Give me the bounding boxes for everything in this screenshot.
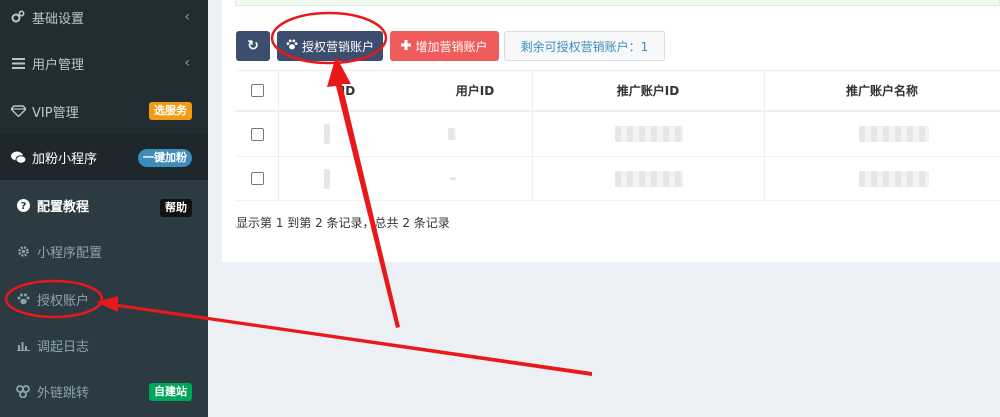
sidebar-item-user-management[interactable]: 用户管理 ‹ — [0, 40, 208, 86]
authorize-button-label: 授权营销账户 — [301, 39, 374, 54]
sidebar-item-label: 外链跳转 — [37, 385, 90, 401]
refresh-icon: ↻ — [247, 38, 259, 54]
add-button-label: 增加营销账户 — [415, 39, 488, 54]
cell-account-name-redacted — [858, 112, 930, 156]
self-site-badge: 自建站 — [149, 383, 192, 401]
sidebar-item-label: 用户管理 — [32, 57, 85, 73]
list-icon — [9, 57, 27, 69]
wechat-icon — [9, 151, 27, 164]
sidebar-item-invoke-log[interactable]: 调起日志 — [0, 322, 208, 368]
cell-account-id-redacted — [614, 112, 684, 156]
sidebar-item-external-link[interactable]: 外链跳转 自建站 — [0, 368, 208, 414]
gears-icon — [9, 10, 27, 24]
column-header-id[interactable]: ID — [278, 71, 418, 110]
column-header-account-id[interactable]: 推广账户ID — [532, 71, 764, 110]
sidebar-item-basic-settings[interactable]: 基础设置 ‹ — [0, 0, 208, 40]
cell-account-name-redacted — [858, 157, 930, 200]
sidebar-item-label: 小程序配置 — [37, 245, 103, 261]
sidebar-item-label: 授权账户 — [37, 293, 90, 309]
gear-icon — [14, 245, 32, 258]
success-alert — [235, 0, 1000, 6]
remaining-label: 剩余可授权营销账户：1 — [520, 39, 649, 54]
sidebar-item-label: VIP管理 — [32, 105, 79, 121]
remaining-accounts-indicator: 剩余可授权营销账户：1 — [504, 31, 665, 61]
sidebar: 基础设置 ‹ 用户管理 ‹ VIP管理 选服务 加粉小程序 一键加粉 ? 配置教… — [0, 0, 208, 417]
one-click-badge: 一键加粉 — [138, 149, 192, 167]
sidebar-item-authorized-accounts[interactable]: 授权账户 — [0, 276, 208, 322]
help-badge: 帮助 — [160, 199, 192, 217]
select-all-checkbox[interactable] — [236, 71, 278, 110]
accounts-table: ID 用户ID 推广账户ID 推广账户名称 — [236, 70, 1000, 201]
sidebar-item-tutorial[interactable]: ? 配置教程 帮助 — [0, 182, 208, 228]
cell-id-redacted — [322, 112, 332, 156]
chevron-left-icon: ‹ — [184, 9, 190, 25]
chevron-left-icon: ‹ — [184, 55, 190, 71]
diamond-icon — [9, 105, 27, 117]
paw-icon — [286, 39, 298, 53]
sidebar-item-miniprogram[interactable]: 加粉小程序 一键加粉 — [0, 134, 208, 180]
bar-chart-icon — [14, 340, 32, 351]
sidebar-item-vip-management[interactable]: VIP管理 选服务 — [0, 88, 208, 134]
row-checkbox[interactable] — [236, 157, 278, 200]
sidebar-submenu: ? 配置教程 帮助 小程序配置 授权账户 调起日志 外链跳转 自建站 — [0, 180, 208, 417]
add-account-button[interactable]: 增加营销账户 — [390, 31, 499, 61]
sidebar-item-label: 配置教程 — [37, 199, 90, 215]
svg-text:?: ? — [20, 201, 26, 212]
column-header-user-id[interactable]: 用户ID — [418, 71, 532, 110]
cell-account-id-redacted — [614, 157, 684, 200]
column-header-account-name[interactable]: 推广账户名称 — [764, 71, 1000, 110]
link-icon — [14, 384, 32, 398]
paw-icon — [14, 293, 32, 305]
service-badge: 选服务 — [149, 102, 192, 120]
cell-user-id-redacted — [446, 112, 458, 156]
cell-user-id-redacted — [448, 157, 458, 200]
refresh-button[interactable]: ↻ — [236, 31, 270, 61]
plus-icon — [401, 39, 412, 53]
sidebar-item-label: 加粉小程序 — [32, 151, 98, 167]
table-row[interactable] — [236, 112, 1000, 157]
question-icon: ? — [14, 198, 32, 212]
sidebar-item-label: 基础设置 — [32, 11, 85, 27]
cell-id-redacted — [322, 157, 332, 200]
sidebar-item-miniprogram-config[interactable]: 小程序配置 — [0, 228, 208, 274]
pagination-summary: 显示第 1 到第 2 条记录，总共 2 条记录 — [236, 216, 450, 230]
authorize-account-button[interactable]: 授权营销账户 — [277, 31, 383, 61]
table-row[interactable] — [236, 157, 1000, 201]
table-header-row: ID 用户ID 推广账户ID 推广账户名称 — [236, 70, 1000, 112]
row-checkbox[interactable] — [236, 112, 278, 156]
sidebar-item-label: 调起日志 — [37, 339, 90, 355]
